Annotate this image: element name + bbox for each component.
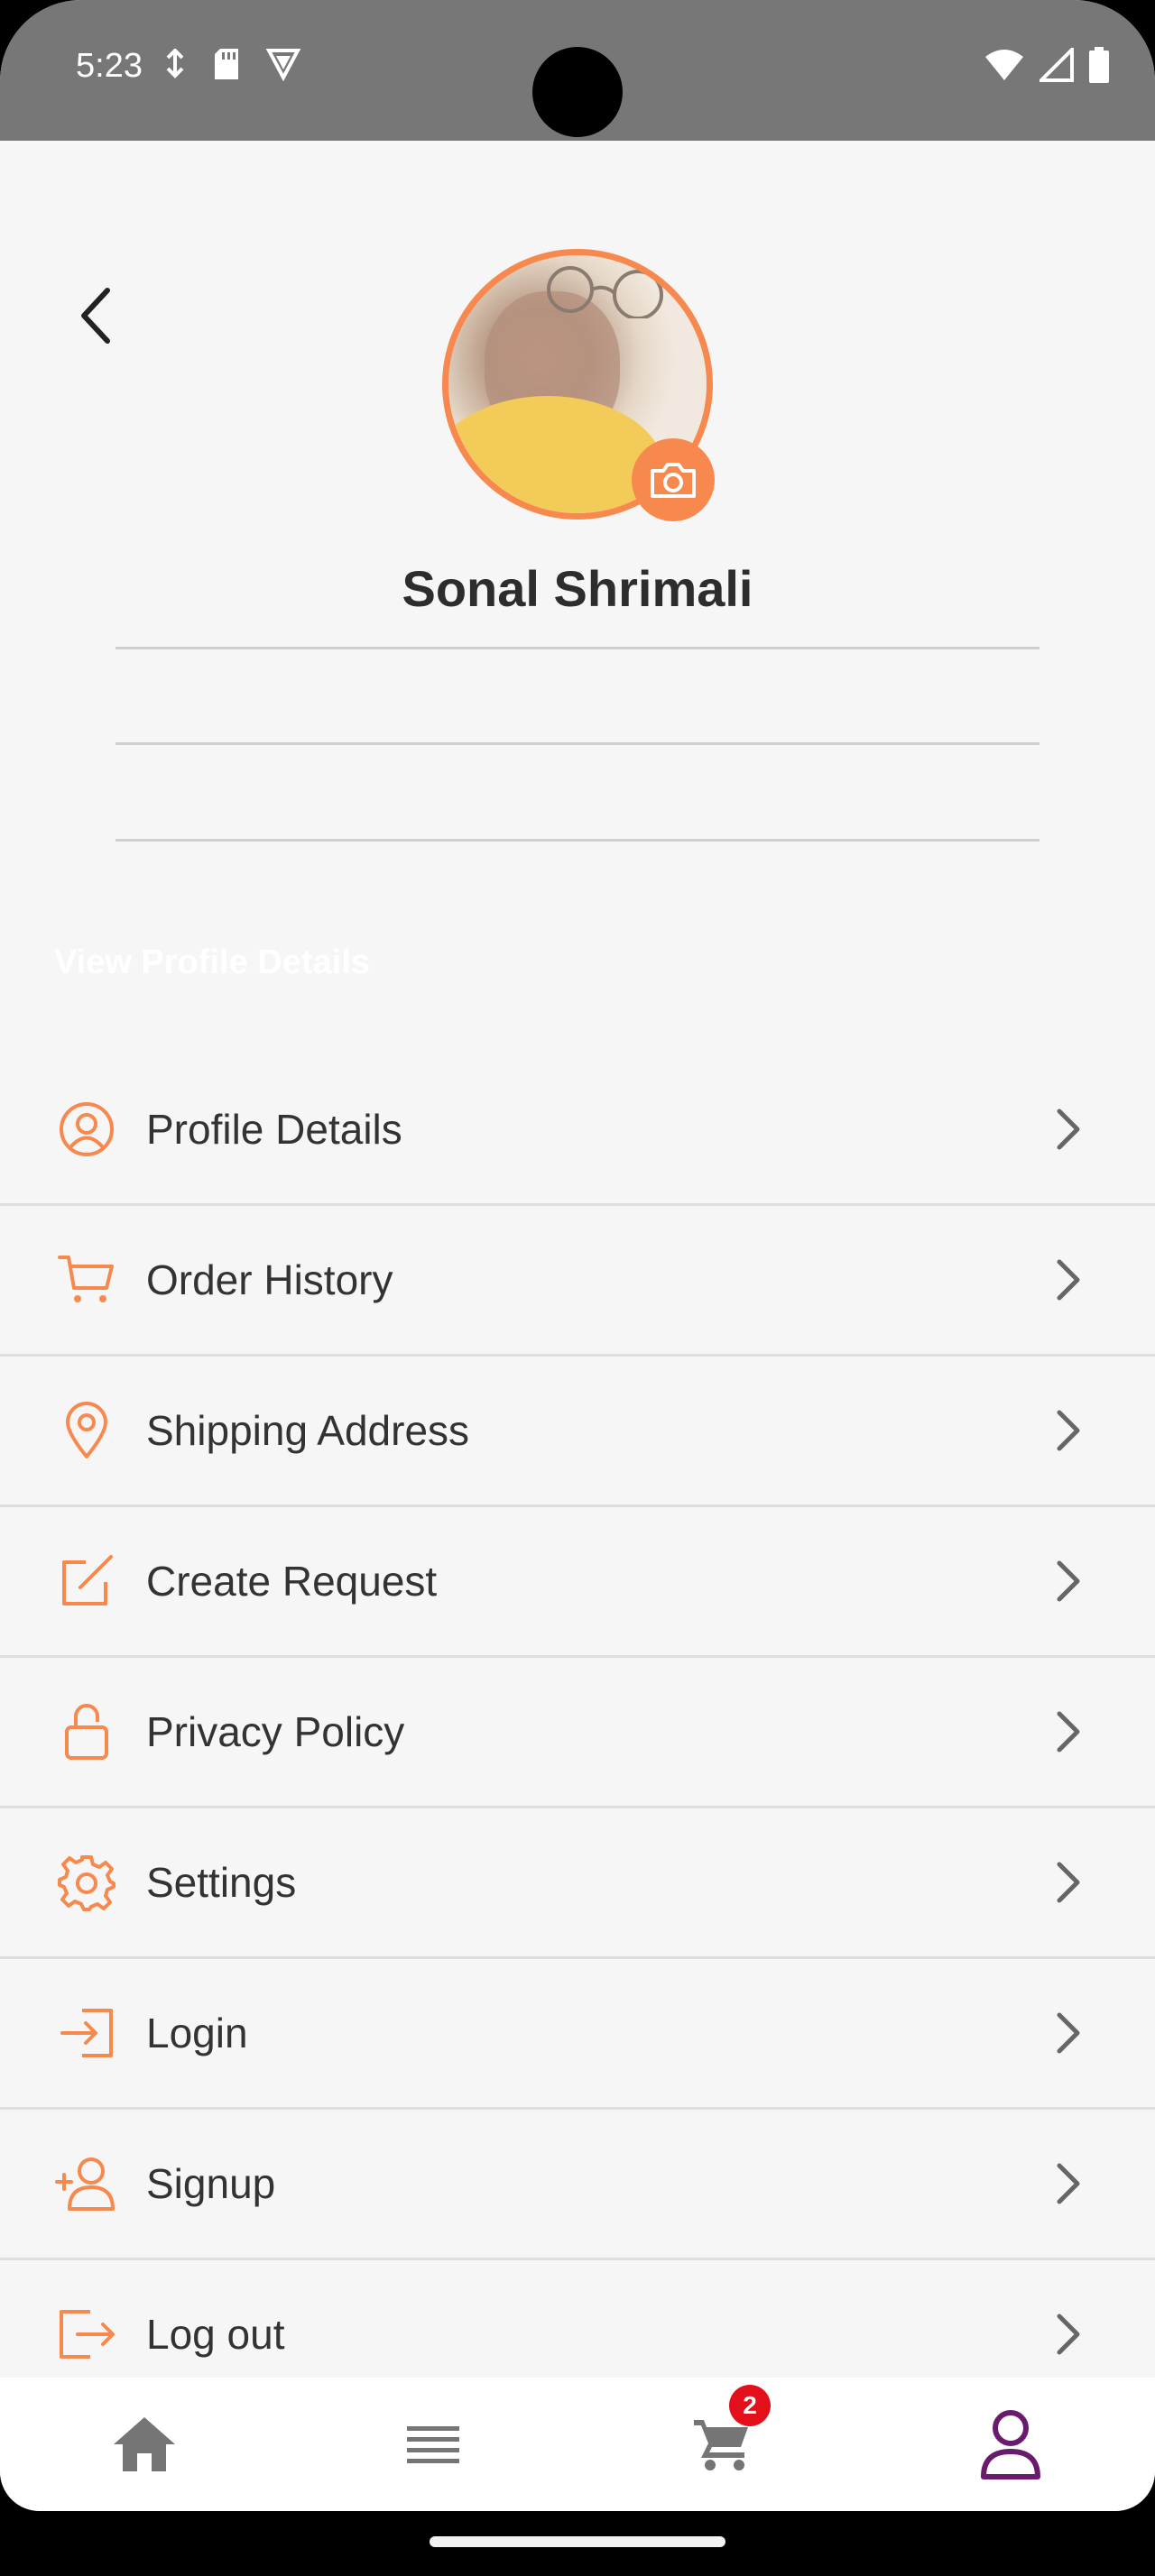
wifi-icon bbox=[985, 50, 1023, 80]
bottom-navigation: 2 bbox=[0, 2378, 1155, 2511]
divider-line bbox=[116, 839, 1040, 842]
change-photo-button[interactable] bbox=[632, 438, 715, 521]
nav-categories[interactable] bbox=[289, 2378, 578, 2511]
status-bar: 5:23 bbox=[0, 0, 1155, 141]
chevron-right-icon bbox=[1047, 1554, 1092, 1608]
profile-menu: Profile Details Order History Shipping A… bbox=[0, 1055, 1155, 2411]
avatar-glasses bbox=[547, 266, 663, 318]
nav-home[interactable] bbox=[0, 2378, 289, 2511]
menu-item-label: Signup bbox=[146, 2160, 276, 2207]
menu-item-label: Order History bbox=[146, 1256, 393, 1303]
home-indicator[interactable] bbox=[430, 2536, 725, 2547]
menu-item-settings[interactable]: Settings bbox=[0, 1808, 1155, 1959]
chevron-right-icon bbox=[1047, 2307, 1092, 2361]
camera-icon bbox=[651, 463, 696, 498]
cart-count-badge: 2 bbox=[729, 2385, 771, 2426]
menu-item-label: Log out bbox=[146, 2311, 285, 2358]
chevron-right-icon bbox=[1047, 1253, 1092, 1307]
vpn-shield-icon bbox=[265, 49, 301, 81]
menu-item-create-request[interactable]: Create Request bbox=[0, 1507, 1155, 1658]
chevron-right-icon bbox=[1047, 1102, 1092, 1156]
add-user-icon bbox=[54, 2151, 119, 2216]
menu-item-order-history[interactable]: Order History bbox=[0, 1206, 1155, 1357]
nav-profile[interactable] bbox=[866, 2378, 1155, 2511]
view-profile-details-link[interactable]: View Profile Details bbox=[54, 943, 370, 982]
avatar-container bbox=[442, 249, 715, 521]
avatar-shirt bbox=[448, 396, 665, 513]
nav-cart[interactable]: 2 bbox=[578, 2378, 866, 2511]
menu-item-privacy-policy[interactable]: Privacy Policy bbox=[0, 1658, 1155, 1808]
cart-icon bbox=[54, 1247, 119, 1312]
chevron-right-icon bbox=[1047, 2006, 1092, 2060]
gear-icon bbox=[54, 1850, 119, 1915]
cell-signal-icon bbox=[1040, 48, 1074, 82]
divider-line bbox=[116, 647, 1040, 649]
user-name: Sonal Shrimali bbox=[402, 560, 753, 617]
chevron-right-icon bbox=[1047, 2157, 1092, 2211]
sd-card-icon bbox=[215, 49, 238, 79]
list-icon bbox=[407, 2426, 459, 2463]
menu-item-label: Privacy Policy bbox=[146, 1708, 405, 1755]
menu-item-login[interactable]: Login bbox=[0, 1959, 1155, 2110]
menu-item-label: Login bbox=[146, 2010, 248, 2056]
user-circle-icon bbox=[54, 1097, 119, 1162]
divider-line bbox=[116, 742, 1040, 745]
front-camera-cutout bbox=[532, 47, 623, 137]
back-button[interactable] bbox=[63, 280, 126, 352]
status-time: 5:23 bbox=[76, 47, 143, 85]
chevron-right-icon bbox=[1047, 1855, 1092, 1909]
menu-item-label: Settings bbox=[146, 1859, 297, 1906]
lock-icon bbox=[54, 1699, 119, 1764]
home-icon bbox=[114, 2417, 175, 2471]
location-pin-icon bbox=[54, 1398, 119, 1463]
battery-icon bbox=[1089, 47, 1109, 83]
menu-item-signup[interactable]: Signup bbox=[0, 2110, 1155, 2260]
app-screen: 5:23 Sonal Shrimali View Profile Details… bbox=[0, 0, 1155, 2511]
login-icon bbox=[54, 2001, 119, 2065]
status-system-icons bbox=[984, 47, 1110, 83]
edit-square-icon bbox=[54, 1549, 119, 1614]
menu-item-label: Profile Details bbox=[146, 1106, 402, 1153]
chevron-right-icon bbox=[1047, 1705, 1092, 1759]
profile-icon bbox=[981, 2410, 1040, 2479]
menu-item-shipping-address[interactable]: Shipping Address bbox=[0, 1357, 1155, 1507]
chevron-left-icon bbox=[81, 288, 110, 344]
logout-icon bbox=[54, 2302, 119, 2367]
chevron-right-icon bbox=[1047, 1403, 1092, 1458]
menu-item-profile-details[interactable]: Profile Details bbox=[0, 1055, 1155, 1206]
usb-debug-icon bbox=[166, 49, 184, 78]
menu-item-label: Create Request bbox=[146, 1558, 438, 1605]
status-notification-icons bbox=[162, 47, 301, 81]
menu-item-label: Shipping Address bbox=[146, 1407, 470, 1454]
